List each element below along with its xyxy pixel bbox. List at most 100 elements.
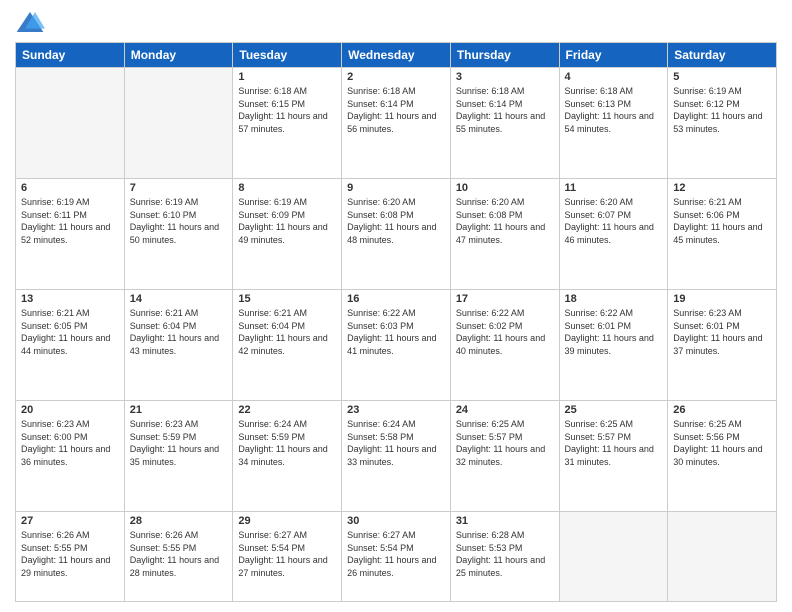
day-info: Sunrise: 6:19 AMSunset: 6:12 PMDaylight:… xyxy=(673,85,771,135)
daylight-label: Daylight: 11 hours and 55 minutes. xyxy=(456,111,545,134)
sunrise-label: Sunrise: 6:21 AM xyxy=(21,308,90,318)
calendar-cell: 22Sunrise: 6:24 AMSunset: 5:59 PMDayligh… xyxy=(233,400,342,511)
logo-icon xyxy=(15,10,45,34)
day-info: Sunrise: 6:25 AMSunset: 5:56 PMDaylight:… xyxy=(673,418,771,468)
calendar-cell: 23Sunrise: 6:24 AMSunset: 5:58 PMDayligh… xyxy=(342,400,451,511)
day-info: Sunrise: 6:26 AMSunset: 5:55 PMDaylight:… xyxy=(130,529,228,579)
day-info: Sunrise: 6:20 AMSunset: 6:08 PMDaylight:… xyxy=(456,196,554,246)
calendar-cell xyxy=(668,511,777,601)
calendar-cell: 16Sunrise: 6:22 AMSunset: 6:03 PMDayligh… xyxy=(342,289,451,400)
daylight-label: Daylight: 11 hours and 34 minutes. xyxy=(238,444,327,467)
day-number: 2 xyxy=(347,71,445,83)
sunrise-label: Sunrise: 6:20 AM xyxy=(347,197,416,207)
calendar-cell: 1Sunrise: 6:18 AMSunset: 6:15 PMDaylight… xyxy=(233,68,342,179)
sunset-label: Sunset: 5:58 PM xyxy=(347,432,414,442)
calendar-table: SundayMondayTuesdayWednesdayThursdayFrid… xyxy=(15,42,777,602)
daylight-label: Daylight: 11 hours and 41 minutes. xyxy=(347,333,436,356)
sunrise-label: Sunrise: 6:20 AM xyxy=(565,197,634,207)
daylight-label: Daylight: 11 hours and 50 minutes. xyxy=(130,222,219,245)
calendar-cell: 24Sunrise: 6:25 AMSunset: 5:57 PMDayligh… xyxy=(450,400,559,511)
calendar-cell: 15Sunrise: 6:21 AMSunset: 6:04 PMDayligh… xyxy=(233,289,342,400)
daylight-label: Daylight: 11 hours and 36 minutes. xyxy=(21,444,110,467)
sunset-label: Sunset: 6:04 PM xyxy=(238,321,305,331)
sunset-label: Sunset: 6:08 PM xyxy=(456,210,523,220)
sunset-label: Sunset: 6:09 PM xyxy=(238,210,305,220)
calendar-cell xyxy=(16,68,125,179)
daylight-label: Daylight: 11 hours and 54 minutes. xyxy=(565,111,654,134)
day-info: Sunrise: 6:22 AM Sunset: 6:02 PM Daylight:… xyxy=(456,307,554,357)
day-number: 10 xyxy=(456,182,554,194)
sunrise-label: Sunrise: 6:20 AM xyxy=(456,197,525,207)
sunrise-label: Sunrise: 6:25 AM xyxy=(673,419,742,429)
sunrise-label: Sunrise: 6:28 AM xyxy=(456,530,525,540)
calendar-cell: 6Sunrise: 6:19 AMSunset: 6:11 PMDaylight… xyxy=(16,178,125,289)
calendar-cell: 8Sunrise: 6:19 AMSunset: 6:09 PMDaylight… xyxy=(233,178,342,289)
daylight-label: Daylight: 11 hours and 49 minutes. xyxy=(238,222,327,245)
day-info: Sunrise: 6:21 AMSunset: 6:06 PMDaylight:… xyxy=(673,196,771,246)
sunrise-label: Sunrise: 6:27 AM xyxy=(347,530,416,540)
sunrise-label: Sunrise: 6:18 AM xyxy=(347,86,416,96)
day-info: Sunrise: 6:18 AMSunset: 6:14 PMDaylight:… xyxy=(456,85,554,135)
sunset-label: Sunset: 6:11 PM xyxy=(21,210,87,220)
daylight-label: Daylight: 11 hours and 37 minutes. xyxy=(673,333,762,356)
sunset-label: Sunset: 6:06 PM xyxy=(673,210,740,220)
day-number: 9 xyxy=(347,182,445,194)
sunset-label: Sunset: 6:13 PM xyxy=(565,99,632,109)
calendar-cell: 28 Sunrise: 6:26 AMSunset: 5:55 PMDayligh… xyxy=(124,511,233,601)
sunset-label: Sunset: 6:02 PM xyxy=(456,321,523,331)
day-number: 24 xyxy=(456,404,554,416)
day-info: Sunrise: 6:27 AM Sunset: 5:54 PM Daylight:… xyxy=(347,529,445,579)
day-number: 4 xyxy=(565,71,663,83)
sunrise-label: Sunrise: 6:21 AM xyxy=(130,308,199,318)
sunset-label: Sunset: 5:53 PM xyxy=(456,543,523,553)
sunrise-label: Sunrise: 6:24 AM xyxy=(347,419,416,429)
daylight-label: Daylight: 11 hours and 26 minutes. xyxy=(347,555,436,578)
calendar-cell: 4Sunrise: 6:18 AMSunset: 6:13 PMDaylight… xyxy=(559,68,668,179)
day-number: 14 xyxy=(130,293,228,305)
calendar-cell: 21Sunrise: 6:23 AMSunset: 5:59 PMDayligh… xyxy=(124,400,233,511)
daylight-label: Daylight: 11 hours and 53 minutes. xyxy=(673,111,762,134)
sunrise-label: Sunrise: 6:19 AM xyxy=(238,197,307,207)
week-row-3: 20 Sunrise: 6:23 AMSunset: 6:00 PMDayligh… xyxy=(16,400,777,511)
daylight-label: Daylight: 11 hours and 46 minutes. xyxy=(565,222,654,245)
weekday-header-friday: Friday xyxy=(559,43,668,68)
calendar-cell: 14Sunrise: 6:21 AMSunset: 6:04 PMDayligh… xyxy=(124,289,233,400)
sunrise-label: Sunrise: 6:23 AM xyxy=(21,419,90,429)
sunrise-label: Sunrise: 6:25 AM xyxy=(456,419,525,429)
calendar-cell: 2Sunrise: 6:18 AMSunset: 6:14 PMDaylight… xyxy=(342,68,451,179)
sunrise-label: Sunrise: 6:26 AM xyxy=(130,530,199,540)
daylight-label: Daylight: 11 hours and 56 minutes. xyxy=(347,111,436,134)
day-number: 28 xyxy=(130,515,228,527)
calendar-cell: 27Sunrise: 6:26 AMSunset: 5:55 PMDayligh… xyxy=(16,511,125,601)
calendar-cell: 18Sunrise: 6:22 AMSunset: 6:01 PMDayligh… xyxy=(559,289,668,400)
sunrise-label: Sunrise: 6:23 AM xyxy=(673,308,742,318)
day-number: 31 xyxy=(456,515,554,527)
day-info: Sunrise: 6:19 AMSunset: 6:11 PMDaylight:… xyxy=(21,196,119,246)
weekday-header-wednesday: Wednesday xyxy=(342,43,451,68)
day-number: 25 xyxy=(565,404,663,416)
day-info: Sunrise: 6:18 AMSunset: 6:15 PMDaylight:… xyxy=(238,85,336,135)
daylight-label: Daylight: 11 hours and 43 minutes. xyxy=(130,333,219,356)
sunset-label: Sunset: 5:54 PM xyxy=(347,543,414,553)
sunset-label: Sunset: 6:01 PM xyxy=(565,321,632,331)
calendar-cell: 30Sunrise: 6:27 AMSunset: 5:54 PMDayligh… xyxy=(342,511,451,601)
day-number: 7 xyxy=(130,182,228,194)
sunset-label: Sunset: 5:54 PM xyxy=(238,543,305,553)
daylight-label: Daylight: 11 hours and 31 minutes. xyxy=(565,444,654,467)
sunset-label: Sunset: 6:03 PM xyxy=(347,321,414,331)
day-info: Sunrise: 6:19 AM Sunset: 6:09 PM Daylight:… xyxy=(238,196,336,246)
sunrise-label: Sunrise: 6:19 AM xyxy=(130,197,199,207)
day-info: Sunrise: 6:23 AMSunset: 6:00 PMDaylight:… xyxy=(21,418,119,468)
daylight-label: Daylight: 11 hours and 40 minutes. xyxy=(456,333,545,356)
calendar-cell: 17Sunrise: 6:22 AMSunset: 6:02 PMDayligh… xyxy=(450,289,559,400)
sunrise-label: Sunrise: 6:22 AM xyxy=(456,308,525,318)
weekday-header-thursday: Thursday xyxy=(450,43,559,68)
day-info: Sunrise: 6:19 AMSunset: 6:10 PMDaylight:… xyxy=(130,196,228,246)
day-number: 12 xyxy=(673,182,771,194)
sunset-label: Sunset: 5:57 PM xyxy=(456,432,523,442)
day-info: Sunrise: 6:24 AMSunset: 5:58 PMDaylight:… xyxy=(347,418,445,468)
daylight-label: Daylight: 11 hours and 25 minutes. xyxy=(456,555,545,578)
calendar-cell xyxy=(559,511,668,601)
daylight-label: Daylight: 11 hours and 29 minutes. xyxy=(21,555,110,578)
day-number: 20 xyxy=(21,404,119,416)
